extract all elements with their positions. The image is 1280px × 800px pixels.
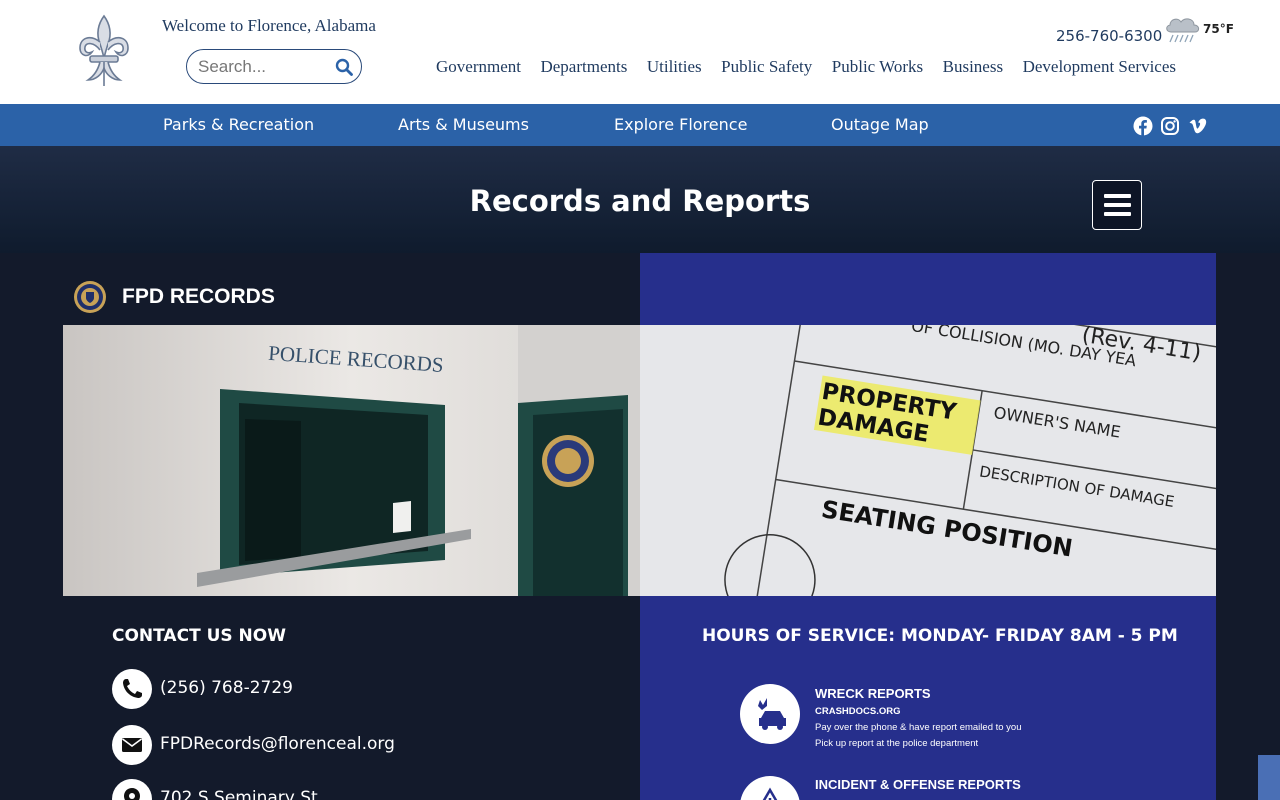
wreck-reports-title: WRECK REPORTS <box>815 686 931 701</box>
phone-icon <box>123 679 142 698</box>
search-box[interactable] <box>186 49 362 84</box>
search-icon[interactable] <box>335 58 353 76</box>
facebook-icon[interactable] <box>1133 116 1153 136</box>
incident-reports-item: INCIDENT & OFFENSE REPORTS <box>740 776 1200 800</box>
wreck-icon-circle <box>740 684 800 744</box>
nav-parks-recreation[interactable]: Parks & Recreation <box>163 115 314 134</box>
menu-bar <box>1104 194 1131 198</box>
contact-address[interactable]: 702 S Seminary St. <box>160 788 323 800</box>
nav-utilities[interactable]: Utilities <box>647 57 702 77</box>
warning-icon <box>762 787 778 800</box>
incident-icon-circle <box>740 776 800 800</box>
nav-development-services[interactable]: Development Services <box>1023 57 1176 77</box>
nav-government[interactable]: Government <box>436 57 521 77</box>
wreck-reports-line1: Pay over the phone & have report emailed… <box>815 722 1022 733</box>
collision-form-illustration: OF COLLISION (MO. DAY YEA (Rev. 4-11) PR… <box>640 325 1216 596</box>
contact-phone[interactable]: (256) 768-2729 <box>160 678 293 698</box>
records-heading: FPD RECORDS <box>122 285 275 308</box>
welcome-text: Welcome to Florence, Alabama <box>162 16 376 35</box>
menu-bar <box>1104 212 1131 216</box>
wreck-reports-item: WRECK REPORTS CRASHDOCS.ORG Pay over the… <box>740 684 1200 749</box>
location-icon-circle <box>112 779 152 800</box>
temperature: 75°F <box>1203 22 1234 36</box>
phone-icon-circle <box>112 669 152 709</box>
collision-form-photo: OF COLLISION (MO. DAY YEA (Rev. 4-11) PR… <box>640 325 1216 596</box>
envelope-icon <box>122 738 142 752</box>
nav-public-works[interactable]: Public Works <box>832 57 923 77</box>
email-icon-circle <box>112 725 152 765</box>
nav-outage-map[interactable]: Outage Map <box>831 115 929 134</box>
wreck-reports-site[interactable]: CRASHDOCS.ORG <box>815 706 901 717</box>
car-crash-icon <box>758 698 786 730</box>
feedback-side-tab[interactable] <box>1258 755 1280 800</box>
nav-departments[interactable]: Departments <box>540 57 627 77</box>
nav-business[interactable]: Business <box>943 57 1003 77</box>
hamburger-menu-button[interactable] <box>1092 180 1142 230</box>
page-title: Records and Reports <box>469 184 811 218</box>
nav-explore-florence[interactable]: Explore Florence <box>614 115 747 134</box>
header-phone[interactable]: 256-760-6300 <box>1056 27 1162 45</box>
instagram-icon[interactable] <box>1160 116 1180 136</box>
secondary-nav: Parks & Recreation Arts & Museums Explor… <box>0 104 1280 146</box>
wreck-reports-line2: Pick up report at the police department <box>815 738 979 749</box>
vimeo-icon[interactable] <box>1188 116 1208 136</box>
main-nav: Government Departments Utilities Public … <box>436 57 1196 77</box>
site-header: Welcome to Florence, Alabama 256-760-630… <box>0 0 1280 104</box>
hours-heading: HOURS OF SERVICE: MONDAY- FRIDAY 8AM - 5… <box>702 626 1178 646</box>
incident-reports-title: INCIDENT & OFFENSE REPORTS <box>815 777 1021 792</box>
nav-arts-museums[interactable]: Arts & Museums <box>398 115 529 134</box>
menu-bar <box>1104 203 1131 207</box>
rain-cloud-icon <box>1166 18 1200 43</box>
police-records-photo: POLICE RECORDS <box>63 325 640 596</box>
contact-email[interactable]: FPDRecords@florenceal.org <box>160 734 395 754</box>
nav-public-safety[interactable]: Public Safety <box>721 57 812 77</box>
police-records-illustration: POLICE RECORDS <box>63 325 640 596</box>
fleur-de-lis-logo[interactable] <box>76 12 132 88</box>
search-input[interactable] <box>198 57 328 77</box>
police-badge-seal-icon <box>74 281 106 313</box>
contact-heading: CONTACT US NOW <box>112 626 286 646</box>
map-pin-icon <box>124 788 140 800</box>
